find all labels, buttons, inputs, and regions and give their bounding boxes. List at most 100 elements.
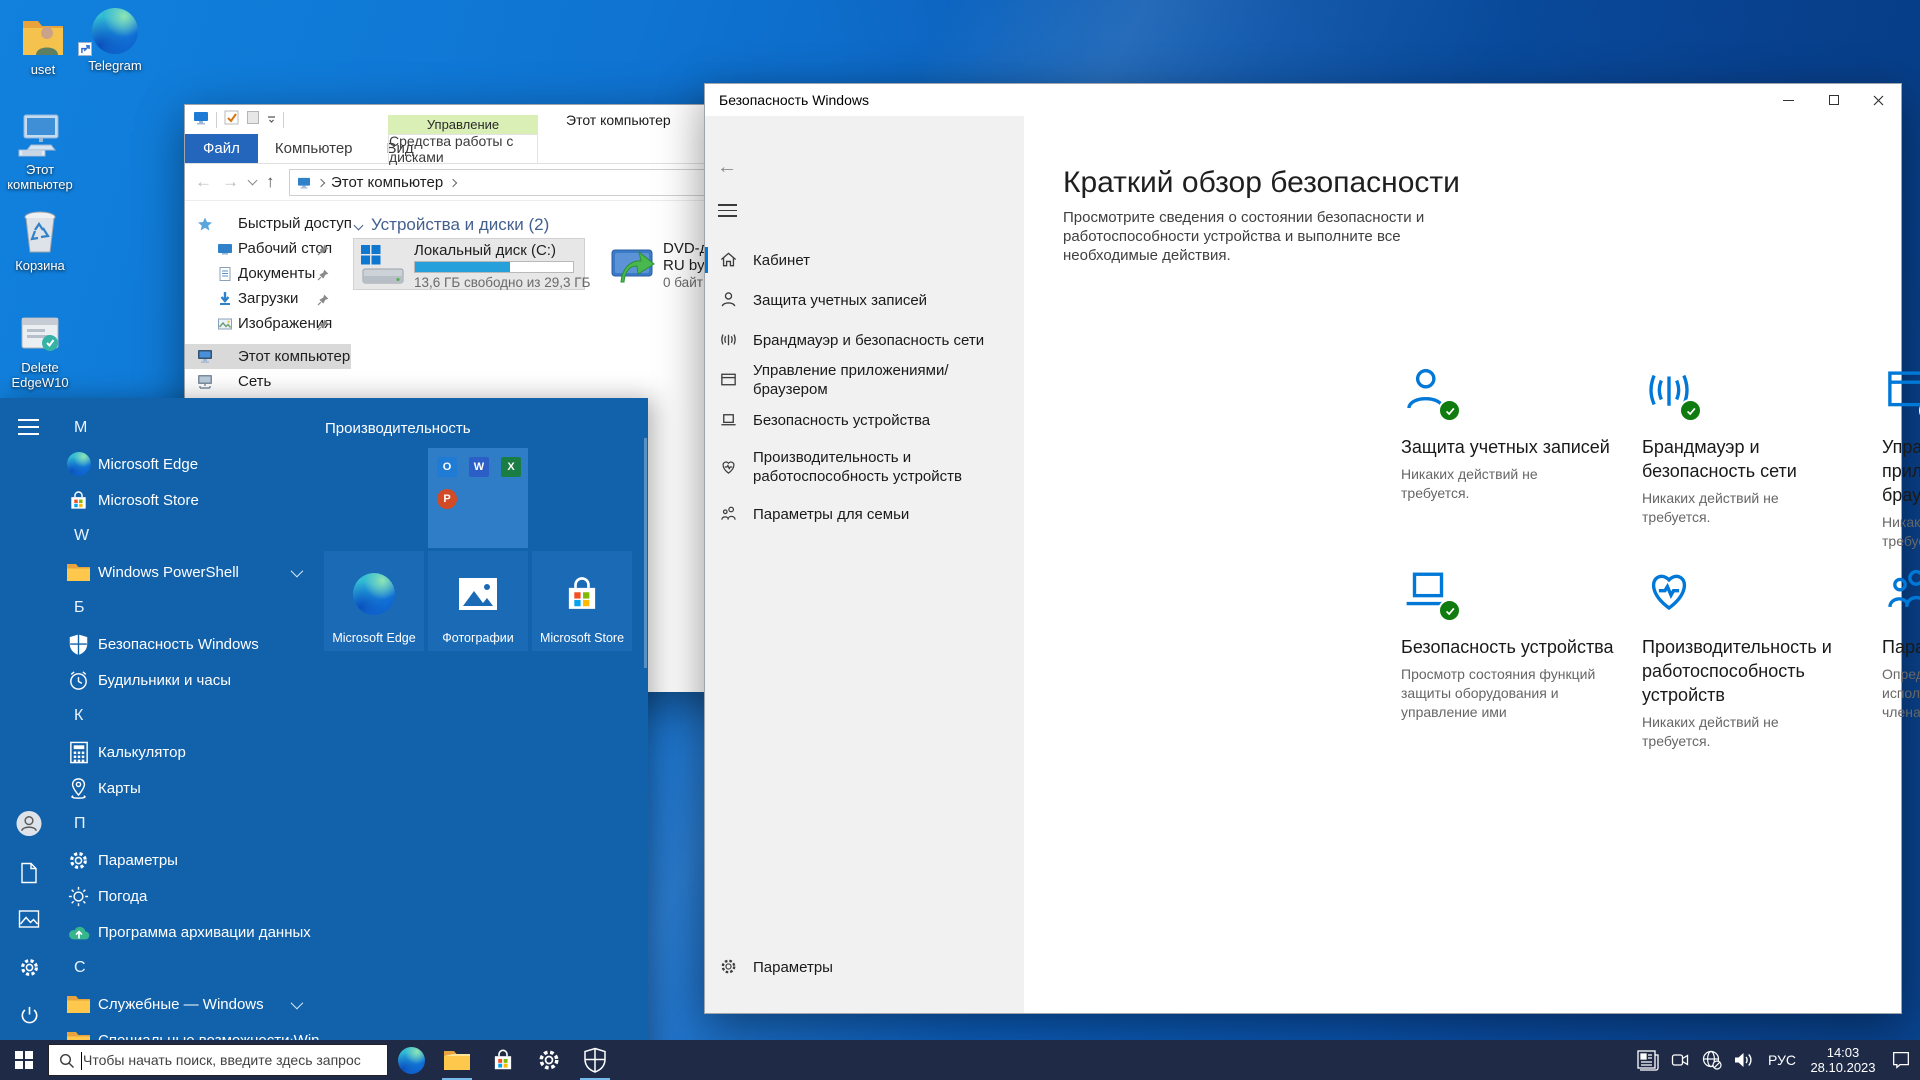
qat-computer-icon[interactable] xyxy=(193,111,209,130)
network-no-internet-icon[interactable] xyxy=(1696,1040,1728,1080)
start-section-s[interactable]: С xyxy=(58,950,316,986)
nav-item-device-performance[interactable]: Производительность и работоспособность у… xyxy=(705,440,1024,494)
start-section-m[interactable]: M xyxy=(58,410,316,446)
start-app-backup[interactable]: Программа архивации данных xyxy=(58,914,316,950)
start-app-windows-security[interactable]: Безопасность Windows xyxy=(58,626,316,662)
taskbar-explorer-button[interactable] xyxy=(434,1040,480,1080)
qat-customize-chevron-icon[interactable] xyxy=(267,111,276,129)
start-section-k[interactable]: К xyxy=(58,698,316,734)
qat-newfolder-icon[interactable] xyxy=(246,110,260,130)
start-app-calculator[interactable]: Калькулятор xyxy=(58,734,316,770)
start-button[interactable] xyxy=(0,1040,48,1080)
nav-item-device-security[interactable]: Безопасность устройства xyxy=(705,400,1024,440)
sidebar-item-network[interactable]: Сеть xyxy=(185,369,351,394)
pin-icon xyxy=(317,268,329,280)
card-device-security[interactable]: Безопасность устройства Просмотр состоян… xyxy=(1401,563,1635,722)
qat-properties-icon[interactable] xyxy=(224,110,239,130)
start-user-avatar[interactable] xyxy=(16,810,42,836)
minimize-button[interactable] xyxy=(1766,84,1811,116)
expand-chevron-icon[interactable] xyxy=(291,564,304,577)
desktop: uset Telegram Этот компьютер Корзина Del… xyxy=(0,0,1920,1080)
start-documents-icon[interactable] xyxy=(16,860,42,886)
card-device-performance[interactable]: Производительность и работоспособность у… xyxy=(1642,563,1876,751)
tile-microsoft-store[interactable]: Microsoft Store xyxy=(532,551,632,651)
language-indicator[interactable]: РУС xyxy=(1760,1052,1804,1068)
nav-item-family-options[interactable]: Параметры для семьи xyxy=(705,494,1024,534)
breadcrumb-root[interactable]: Этот компьютер xyxy=(331,174,443,191)
tile-microsoft-edge[interactable]: Microsoft Edge xyxy=(324,551,424,651)
start-app-microsoft-edge[interactable]: Microsoft Edge xyxy=(58,446,316,482)
taskbar-search-input[interactable]: Чтобы начать поиск, введите здесь запрос xyxy=(48,1044,388,1076)
start-hamburger-icon[interactable] xyxy=(18,419,39,435)
start-section-w[interactable]: W xyxy=(58,518,316,554)
start-app-microsoft-store[interactable]: Microsoft Store xyxy=(58,482,316,518)
navigation-pane: Быстрый доступ Рабочий стол Документы За… xyxy=(185,211,351,394)
close-button[interactable] xyxy=(1856,84,1901,116)
desktop-icon-recycle-bin[interactable]: Корзина xyxy=(5,206,75,273)
nav-item-account-protection[interactable]: Защита учетных записей xyxy=(705,280,1024,320)
meet-now-icon[interactable] xyxy=(1664,1040,1696,1080)
start-folder-windows-powershell[interactable]: Windows PowerShell xyxy=(58,554,316,590)
taskbar-defender-button[interactable] xyxy=(572,1040,618,1080)
tile-photos[interactable]: Фотографии xyxy=(428,551,528,651)
nav-item-home[interactable]: Кабинет xyxy=(705,240,1024,280)
nav-item-app-browser-control[interactable]: Управление приложениями/браузером xyxy=(705,360,1024,400)
contextual-tab-group[interactable]: Управление xyxy=(388,115,538,134)
start-app-settings[interactable]: Параметры xyxy=(58,842,316,878)
start-section-p[interactable]: П xyxy=(58,806,316,842)
desktop-icon-delete-edgew10[interactable]: Delete EdgeW10 xyxy=(5,308,75,390)
back-arrow-icon[interactable]: ← xyxy=(717,156,737,179)
up-arrow-icon[interactable]: ↑ xyxy=(266,172,275,192)
forward-arrow-icon[interactable]: → xyxy=(222,172,239,192)
taskbar-store-button[interactable] xyxy=(480,1040,526,1080)
desktop-icon-telegram[interactable]: Telegram xyxy=(80,6,150,73)
start-app-weather[interactable]: Погода xyxy=(58,878,316,914)
nav-item-settings[interactable]: Параметры xyxy=(705,949,1024,985)
tab-disk-tools[interactable]: Средства работы с дисками xyxy=(388,134,538,163)
drive-c-item[interactable]: Локальный диск (C:) 13,6 ГБ свободно из … xyxy=(353,238,585,290)
action-center-icon[interactable] xyxy=(1882,1040,1920,1080)
taskbar-settings-button[interactable] xyxy=(526,1040,572,1080)
card-family-options[interactable]: Параметры для семьи Определяйте условия … xyxy=(1882,563,1920,722)
security-titlebar[interactable]: Безопасность Windows xyxy=(705,84,1901,116)
breadcrumb-chevron-icon[interactable] xyxy=(317,178,325,186)
back-arrow-icon[interactable]: ← xyxy=(195,172,212,192)
tile-group-title[interactable]: Производительность xyxy=(325,420,471,437)
start-folder-windows-system[interactable]: Служебные — Windows xyxy=(58,986,316,1022)
sidebar-item-documents[interactable]: Документы xyxy=(185,261,351,286)
sidebar-item-this-pc[interactable]: Этот компьютер xyxy=(185,344,351,369)
volume-icon[interactable] xyxy=(1728,1040,1760,1080)
sidebar-item-downloads[interactable]: Загрузки xyxy=(185,286,351,311)
taskbar-edge-button[interactable] xyxy=(388,1040,434,1080)
sidebar-item-desktop[interactable]: Рабочий стол xyxy=(185,236,351,261)
breadcrumb-chevron-icon[interactable] xyxy=(449,178,457,186)
maximize-button[interactable] xyxy=(1811,84,1856,116)
start-settings-icon[interactable] xyxy=(16,954,42,980)
nav-item-firewall-network[interactable]: Брандмауэр и безопасность сети xyxy=(705,320,1024,360)
edge-logo-icon xyxy=(66,452,91,477)
tab-computer[interactable]: Компьютер xyxy=(258,134,370,163)
group-header-devices-drives[interactable]: Устройства и диски (2) xyxy=(355,215,549,235)
sidebar-item-pictures[interactable]: Изображения xyxy=(185,311,351,336)
clock[interactable]: 14:03 28.10.2023 xyxy=(1804,1045,1882,1075)
start-app-maps[interactable]: Карты xyxy=(58,770,316,806)
desktop-icon-this-pc[interactable]: Этот компьютер xyxy=(5,110,75,192)
start-pictures-icon[interactable] xyxy=(16,906,42,932)
menu-hamburger-icon[interactable] xyxy=(718,204,737,217)
start-power-icon[interactable] xyxy=(16,1002,42,1028)
sidebar-item-quick-access[interactable]: Быстрый доступ xyxy=(185,211,351,236)
card-account-protection[interactable]: Защита учетных записей Никаких действий … xyxy=(1401,363,1635,503)
expand-chevron-icon[interactable] xyxy=(291,996,304,1009)
card-app-browser-control[interactable]: Управление приложениями/браузером Никаки… xyxy=(1882,363,1920,551)
desktop-icon-uset[interactable]: uset xyxy=(8,10,78,77)
start-app-alarms-clock[interactable]: Будильники и часы xyxy=(58,662,316,698)
recent-locations-chevron-icon[interactable] xyxy=(248,175,258,185)
card-firewall-network[interactable]: Брандмауэр и безопасность сети Никаких д… xyxy=(1642,363,1876,527)
quick-access-star-icon xyxy=(197,216,213,232)
tab-file[interactable]: Файл xyxy=(185,134,258,163)
news-widget-icon[interactable] xyxy=(1632,1040,1664,1080)
tile-folder-office[interactable]: O W X P xyxy=(428,448,528,548)
start-section-b[interactable]: Б xyxy=(58,590,316,626)
start-scrollbar[interactable] xyxy=(644,438,647,668)
collapse-chevron-icon[interactable] xyxy=(354,220,364,230)
